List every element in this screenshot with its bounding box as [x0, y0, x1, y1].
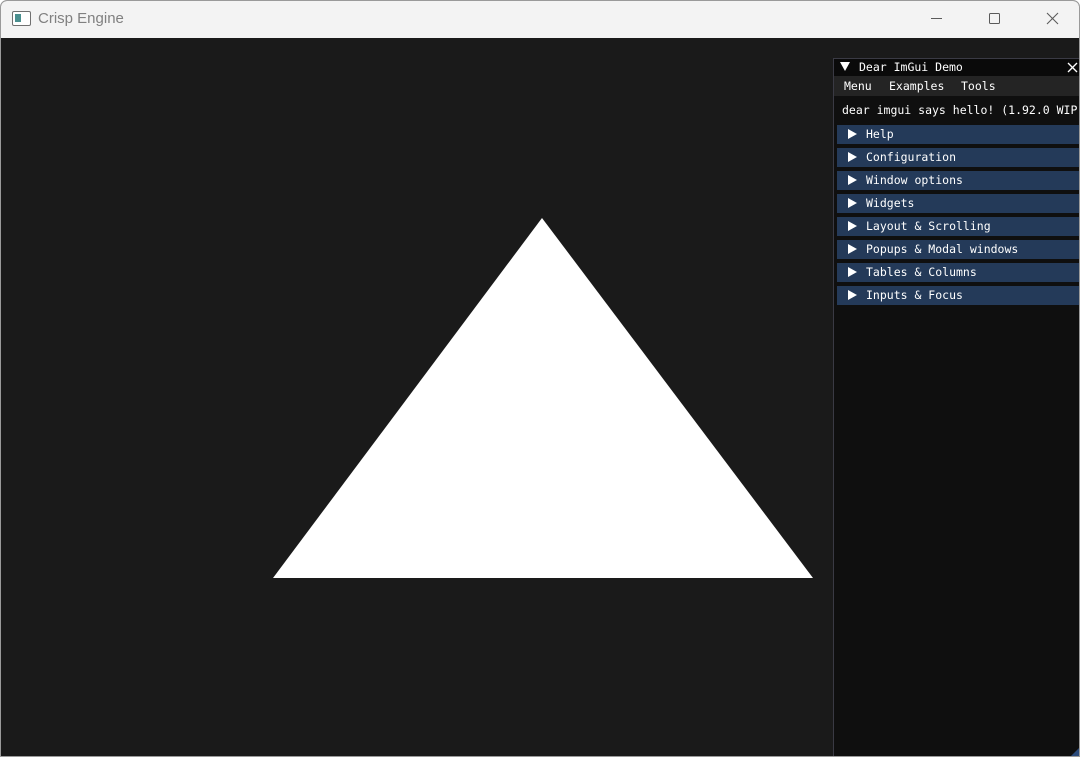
white-triangle	[273, 218, 813, 578]
header-window-options[interactable]: Window options	[837, 171, 1079, 190]
collapse-arrow-icon[interactable]	[840, 62, 850, 71]
header-label: Tables & Columns	[866, 265, 977, 279]
header-label: Inputs & Focus	[866, 288, 963, 302]
expand-arrow-icon	[848, 244, 857, 254]
header-widgets[interactable]: Widgets	[837, 194, 1079, 213]
header-layout-scrolling[interactable]: Layout & Scrolling	[837, 217, 1079, 236]
imgui-title-bar[interactable]: Dear ImGui Demo	[834, 59, 1079, 76]
header-label: Widgets	[866, 196, 915, 210]
window-title: Crisp Engine	[38, 10, 124, 27]
title-bar[interactable]: Crisp Engine	[1, 1, 1079, 38]
header-configuration[interactable]: Configuration	[837, 148, 1079, 167]
imgui-menu-bar: Menu Examples Tools	[834, 76, 1079, 96]
minimize-icon	[931, 18, 942, 19]
expand-arrow-icon	[848, 290, 857, 300]
imgui-window-title: Dear ImGui Demo	[859, 60, 963, 74]
header-help[interactable]: Help	[837, 125, 1079, 144]
header-popups-modal[interactable]: Popups & Modal windows	[837, 240, 1079, 259]
menu-item-examples[interactable]: Examples	[889, 79, 944, 93]
hello-text: dear imgui says hello! (1.92.0 WIP	[842, 103, 1078, 117]
menu-item-menu[interactable]: Menu	[844, 79, 872, 93]
expand-arrow-icon	[848, 175, 857, 185]
app-window: Crisp Engine Dear ImGui Demo Menu Exampl…	[0, 0, 1080, 757]
close-icon	[1046, 12, 1059, 25]
close-button[interactable]	[1024, 1, 1079, 38]
imgui-demo-window[interactable]: Dear ImGui Demo Menu Examples Tools dear…	[833, 58, 1079, 756]
header-label: Help	[866, 127, 894, 141]
expand-arrow-icon	[848, 152, 857, 162]
header-label: Window options	[866, 173, 963, 187]
expand-arrow-icon	[848, 267, 857, 277]
resize-grip[interactable]	[1069, 746, 1079, 756]
expand-arrow-icon	[848, 221, 857, 231]
minimize-button[interactable]	[908, 1, 964, 38]
imgui-close-icon[interactable]	[1066, 61, 1079, 74]
maximize-button[interactable]	[966, 1, 1022, 38]
header-label: Popups & Modal windows	[866, 242, 1019, 256]
header-inputs-focus[interactable]: Inputs & Focus	[837, 286, 1079, 305]
header-tables-columns[interactable]: Tables & Columns	[837, 263, 1079, 282]
app-window-icon	[12, 11, 31, 26]
header-label: Configuration	[866, 150, 957, 164]
expand-arrow-icon	[848, 129, 857, 139]
header-label: Layout & Scrolling	[866, 219, 991, 233]
menu-item-tools[interactable]: Tools	[961, 79, 996, 93]
expand-arrow-icon	[848, 198, 857, 208]
maximize-icon	[989, 13, 1000, 24]
